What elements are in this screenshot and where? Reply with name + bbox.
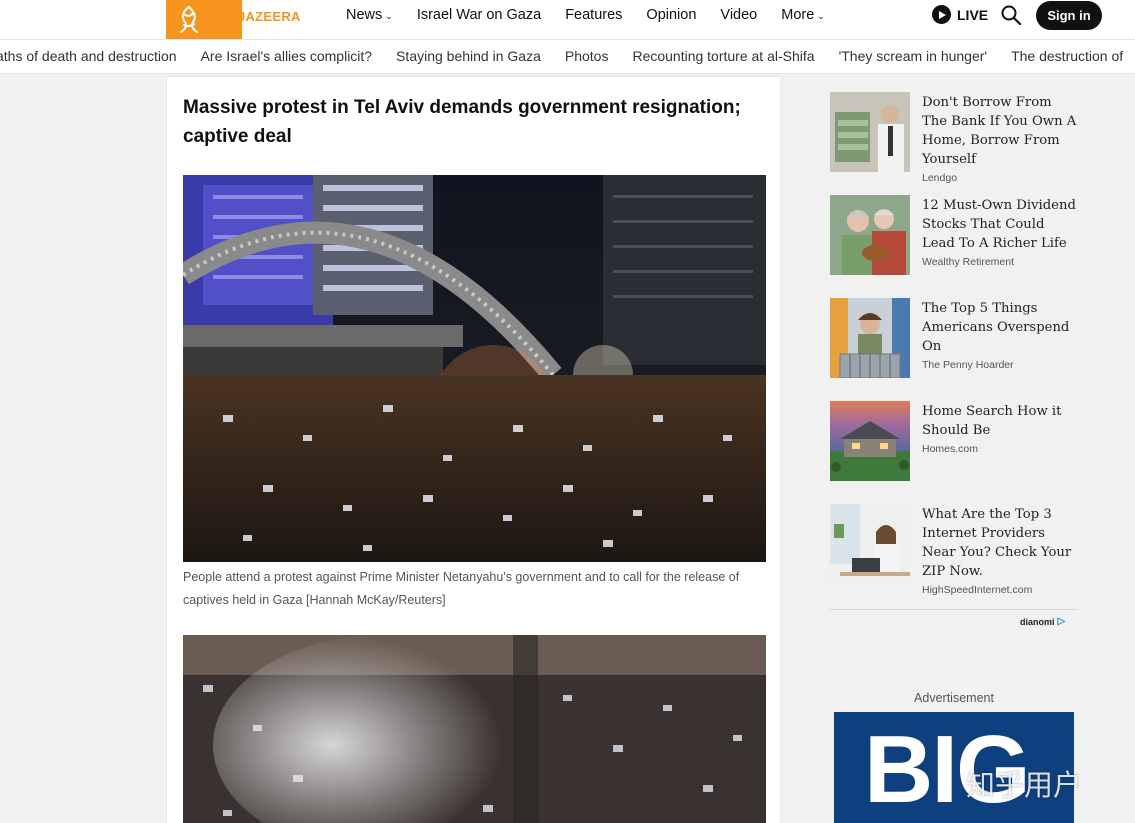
advertisement-label: Advertisement: [914, 691, 994, 705]
promo-source: The Penny Hoarder: [922, 359, 1014, 371]
promo-source: Wealthy Retirement: [922, 256, 1015, 268]
search-icon: [1001, 5, 1022, 26]
trending-link[interactable]: Are Israel's allies complicit?: [201, 48, 373, 64]
logo-text: ALJAZEERA: [220, 9, 301, 24]
promo-text: The Top 5 Things Americans Overspend On …: [922, 299, 1080, 373]
live-label: LIVE: [957, 6, 989, 23]
promo-thumbnail: [830, 401, 910, 481]
nav-label: Israel War on Gaza: [416, 7, 542, 23]
promo-provider-logo[interactable]: dianomi ▷: [1020, 616, 1065, 627]
nav-label: Video: [720, 7, 758, 23]
site-logo[interactable]: ALJAZEERA: [166, 0, 301, 39]
main-nav: News ⌄ Israel War on Gaza Features Opinio…: [346, 7, 849, 23]
trending-track: aths of death and destruction Are Israel…: [0, 48, 1135, 64]
promo-source: Homes.com: [922, 443, 979, 455]
adchoices-icon: ▷: [1057, 616, 1066, 627]
nav-label: More: [781, 7, 815, 23]
photo-caption: People attend a protest against Prime Mi…: [183, 570, 740, 607]
search-button[interactable]: [1000, 4, 1022, 26]
nav-video[interactable]: Video: [720, 7, 757, 23]
article-headline: Massive protest in Tel Aviv demands gove…: [183, 97, 741, 147]
nav-news[interactable]: News ⌄: [346, 7, 393, 23]
nav-features[interactable]: Features: [565, 7, 622, 23]
protest-photo-aerial[interactable]: [183, 635, 766, 823]
sponsored-sidebar: Don't Borrow From The Bank If You Own A …: [830, 92, 1078, 607]
nav-label: News: [346, 7, 383, 23]
promo-title: The Top 5 Things Americans Overspend On: [922, 301, 1070, 354]
promo-item[interactable]: The Top 5 Things Americans Overspend On …: [830, 298, 1078, 401]
chevron-down-icon: ⌄: [385, 10, 393, 21]
site-header: ALJAZEERA News ⌄ Israel War on Gaza Featu…: [0, 0, 1135, 40]
promo-title: Don't Borrow From The Bank If You Own A …: [922, 95, 1077, 167]
promo-text: 12 Must-Own Dividend Stocks That Could L…: [922, 196, 1080, 270]
watermark: 知乎用户: [966, 768, 1083, 802]
trending-link[interactable]: Staying behind in Gaza: [396, 48, 541, 64]
promo-item[interactable]: 12 Must-Own Dividend Stocks That Could L…: [830, 195, 1078, 298]
nav-israel-war-on-gaza[interactable]: Israel War on Gaza: [417, 7, 541, 23]
promo-text: Don't Borrow From The Bank If You Own A …: [922, 93, 1080, 186]
play-icon: [932, 5, 951, 24]
sign-in-button[interactable]: Sign in: [1036, 1, 1102, 30]
promo-source: HighSpeedInternet.com: [922, 584, 1033, 596]
aljazeera-emblem-icon: [180, 5, 198, 33]
promo-text: Home Search How it Should Be Homes.com: [922, 402, 1080, 457]
promo-title: What Are the Top 3 Internet Providers Ne…: [922, 507, 1072, 579]
promo-title: Home Search How it Should Be: [922, 404, 1062, 438]
nav-opinion[interactable]: Opinion: [646, 7, 696, 23]
promo-text: What Are the Top 3 Internet Providers Ne…: [922, 505, 1080, 598]
promo-thumbnail: [830, 504, 910, 584]
article-card: Massive protest in Tel Aviv demands gove…: [166, 76, 781, 823]
promo-thumbnail: [830, 92, 910, 172]
trending-bar: aths of death and destruction Are Israel…: [0, 40, 1135, 74]
live-button[interactable]: LIVE: [932, 5, 988, 24]
provider-name: dianomi: [1020, 616, 1055, 627]
promo-item[interactable]: Home Search How it Should Be Homes.com: [830, 401, 1078, 504]
promo-thumbnail: [830, 298, 910, 378]
promo-item[interactable]: Don't Borrow From The Bank If You Own A …: [830, 92, 1078, 195]
protest-photo-night[interactable]: [183, 175, 766, 562]
sidebar-divider: [830, 609, 1078, 610]
trending-link[interactable]: aths of death and destruction: [0, 48, 177, 64]
nav-label: Features: [565, 7, 623, 23]
promo-item[interactable]: What Are the Top 3 Internet Providers Ne…: [830, 504, 1078, 607]
nav-more[interactable]: More ⌄: [781, 7, 825, 23]
trending-link[interactable]: The destruction of: [1011, 48, 1123, 64]
trending-link[interactable]: Recounting torture at al-Shifa: [632, 48, 814, 64]
trending-link[interactable]: Photos: [565, 48, 609, 64]
promo-source: Lendgo: [922, 172, 958, 184]
promo-title: 12 Must-Own Dividend Stocks That Could L…: [922, 198, 1076, 251]
chevron-down-icon: ⌄: [817, 10, 825, 21]
nav-label: Opinion: [646, 7, 697, 23]
promo-thumbnail: [830, 195, 910, 275]
trending-link[interactable]: 'They scream in hunger': [839, 48, 988, 64]
